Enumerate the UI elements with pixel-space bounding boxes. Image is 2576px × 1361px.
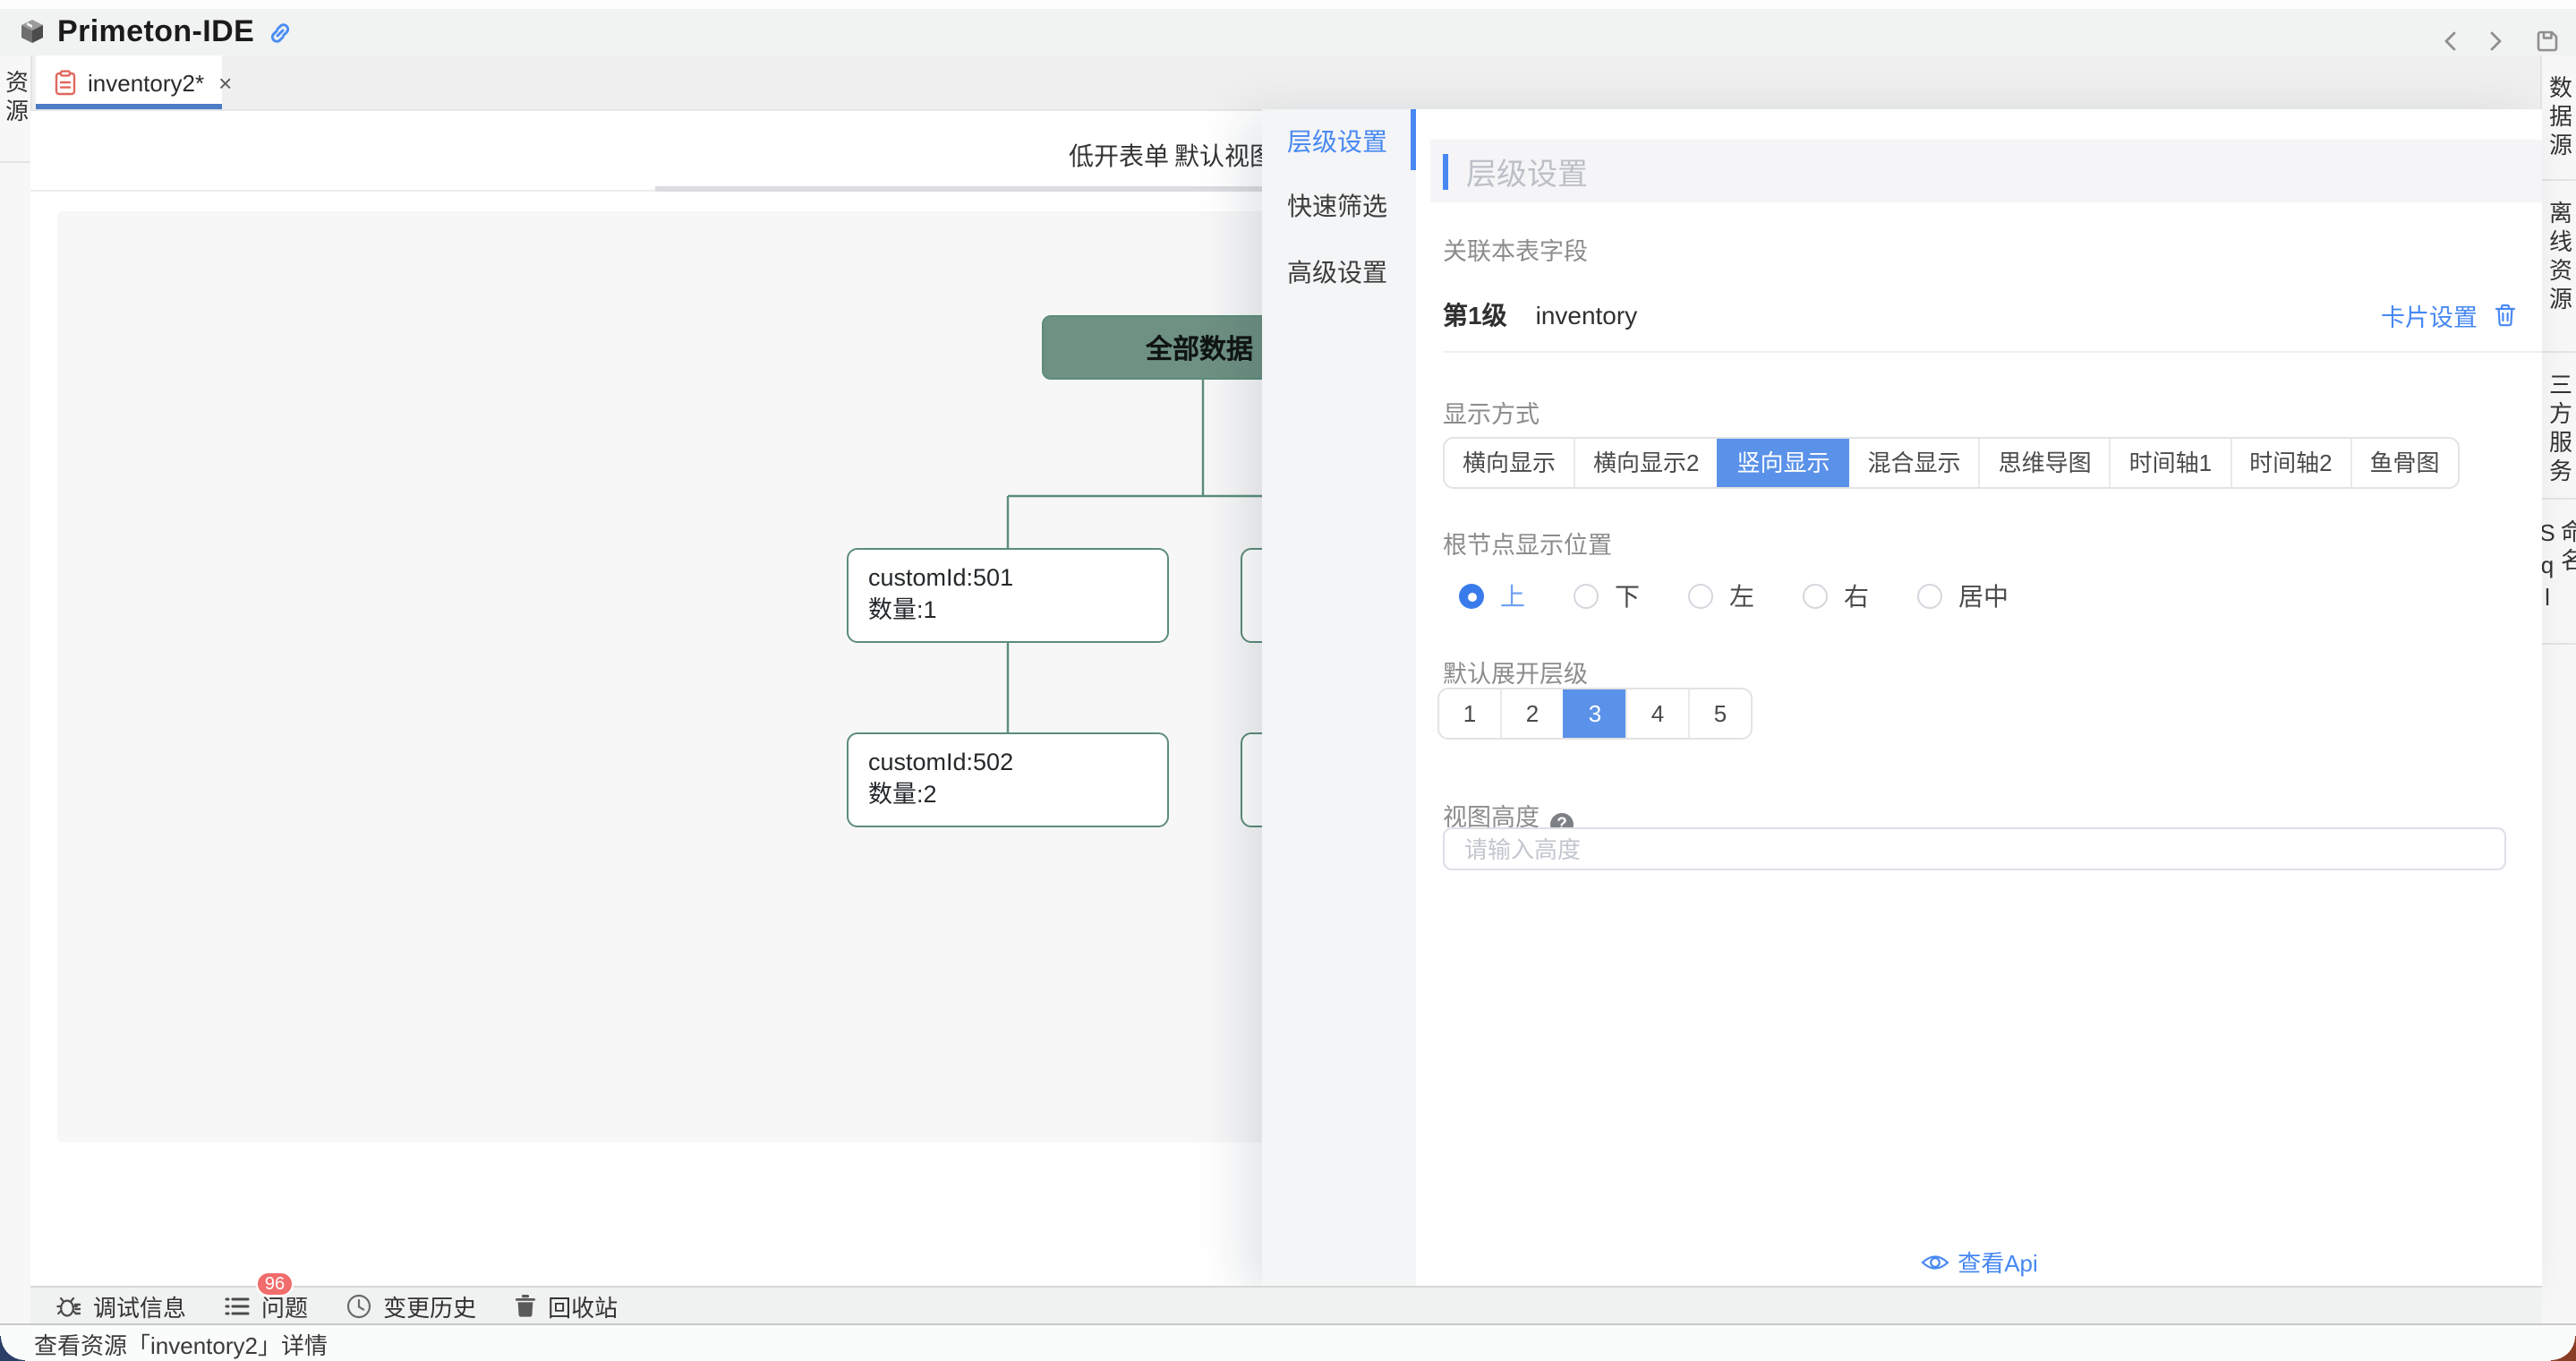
related-field-label: 关联本表字段 bbox=[1443, 231, 1588, 267]
root-position-top[interactable]: 上 bbox=[1459, 578, 1525, 614]
display-mode-horizontal2[interactable]: 横向显示2 bbox=[1574, 439, 1717, 487]
level-number: 第1级 bbox=[1443, 297, 1507, 333]
radio-icon bbox=[1574, 584, 1599, 609]
root-position-bottom[interactable]: 下 bbox=[1574, 578, 1640, 614]
expand-level-1[interactable]: 1 bbox=[1439, 689, 1500, 738]
status-text: 查看资源「inventory2」详情 bbox=[34, 1326, 328, 1360]
panel-header-accent bbox=[1443, 153, 1448, 189]
change-history-button[interactable]: 变更历史 bbox=[345, 1288, 476, 1322]
title-bar: Primeton-IDE bbox=[0, 9, 2576, 57]
display-mode-timeline2[interactable]: 时间轴2 bbox=[2230, 439, 2350, 487]
row-divider bbox=[1443, 351, 2542, 353]
recycle-bin-button[interactable]: 回收站 bbox=[514, 1288, 618, 1322]
menu-item-hierarchy-settings[interactable]: 层级设置 bbox=[1287, 124, 1387, 159]
level-row: 第1级 inventory 卡片设置 bbox=[1443, 297, 2517, 333]
view-tab-lowcode-form[interactable]: 低开表单 bbox=[1069, 138, 1169, 174]
root-position-label: 根节点显示位置 bbox=[1443, 525, 1612, 561]
link-icon[interactable] bbox=[267, 19, 294, 46]
panel-title: 层级设置 bbox=[1466, 149, 1588, 193]
expand-level-2[interactable]: 2 bbox=[1500, 689, 1563, 738]
level-field-name: inventory bbox=[1536, 301, 1638, 330]
radio-icon bbox=[1688, 584, 1713, 609]
right-rail-item-third-party-services[interactable]: 三方服务 bbox=[2542, 353, 2576, 500]
view-height-input[interactable] bbox=[1443, 827, 2506, 870]
bottom-toolbar: 调试信息 问题 变更历史 回收站 bbox=[30, 1286, 2542, 1323]
primeton-logo-icon bbox=[18, 18, 47, 47]
right-rail-item-offline-resources[interactable]: 离线资源 bbox=[2542, 181, 2576, 353]
root-position-group: 上 下 左 右 居中 bbox=[1459, 578, 2009, 614]
tab-inventory2[interactable]: inventory2* × bbox=[36, 56, 222, 109]
display-mode-timeline1[interactable]: 时间轴1 bbox=[2110, 439, 2230, 487]
display-mode-group: 横向显示 横向显示2 竖向显示 混合显示 思维导图 时间轴1 时间轴2 鱼骨图 bbox=[1443, 437, 2460, 489]
left-rail-item-resources[interactable]: 资源 bbox=[0, 56, 30, 163]
radio-icon bbox=[1803, 584, 1828, 609]
right-rail-item-named-sql[interactable]: 命名Sql bbox=[2542, 500, 2576, 645]
card-settings-link[interactable]: 卡片设置 bbox=[2381, 297, 2478, 333]
expand-level-group: 1 2 3 4 5 bbox=[1437, 688, 1753, 740]
settings-menu: 层级设置 快速筛选 高级设置 bbox=[1262, 109, 1416, 1286]
settings-overlay-panel: 层级设置 快速筛选 高级设置 层级设置 关联本表字段 第1级 inventory… bbox=[1262, 109, 2542, 1286]
radio-icon bbox=[1917, 584, 1942, 609]
expand-level-3[interactable]: 3 bbox=[1563, 689, 1625, 738]
resource-file-icon bbox=[54, 69, 77, 96]
tab-label: inventory2* bbox=[88, 69, 204, 96]
display-mode-label: 显示方式 bbox=[1443, 394, 1540, 430]
app-window: Primeton-IDE bbox=[0, 0, 2576, 1361]
root-position-left[interactable]: 左 bbox=[1688, 578, 1754, 614]
radio-icon bbox=[1459, 584, 1484, 609]
display-mode-horizontal[interactable]: 横向显示 bbox=[1445, 439, 1574, 487]
display-mode-mixed[interactable]: 混合显示 bbox=[1848, 439, 1979, 487]
display-mode-vertical[interactable]: 竖向显示 bbox=[1718, 439, 1848, 487]
root-position-right[interactable]: 右 bbox=[1803, 578, 1869, 614]
tab-active-underline bbox=[36, 104, 222, 109]
save-button[interactable] bbox=[2533, 27, 2558, 56]
menu-item-advanced-settings[interactable]: 高级设置 bbox=[1287, 254, 1387, 290]
tree-node-501[interactable]: customId:501 数量:1 bbox=[847, 548, 1169, 643]
window-top-strip bbox=[0, 0, 2576, 9]
canvas-top-divider-band bbox=[655, 186, 1319, 192]
menu-item-quick-filter[interactable]: 快速筛选 bbox=[1287, 188, 1387, 224]
debug-info-button[interactable]: 调试信息 bbox=[55, 1288, 186, 1322]
panel-header: 层级设置 bbox=[1430, 140, 2542, 202]
left-rail: 资源 bbox=[0, 56, 32, 1323]
delete-level-icon[interactable] bbox=[2494, 303, 2517, 328]
right-rail: 数据源 离线资源 三方服务 命名Sql bbox=[2540, 56, 2576, 1323]
root-position-center[interactable]: 居中 bbox=[1917, 578, 2009, 614]
expand-level-label: 默认展开层级 bbox=[1443, 654, 1588, 689]
right-rail-item-datasource[interactable]: 数据源 bbox=[2542, 56, 2576, 181]
display-mode-fishbone[interactable]: 鱼骨图 bbox=[2350, 439, 2458, 487]
view-tab-default-view[interactable]: 默认视图 bbox=[1174, 138, 1275, 174]
tab-close-icon[interactable]: × bbox=[218, 71, 232, 94]
problems-count-badge: 96 bbox=[256, 1271, 294, 1297]
tree-node-502[interactable]: customId:502 数量:2 bbox=[847, 732, 1169, 827]
nav-forward-button[interactable] bbox=[2486, 29, 2512, 54]
expand-level-5[interactable]: 5 bbox=[1688, 689, 1751, 738]
active-menu-indicator bbox=[1411, 109, 1416, 170]
tab-bar: inventory2* × bbox=[30, 56, 2542, 111]
display-mode-mindmap[interactable]: 思维导图 bbox=[1979, 439, 2110, 487]
app-title: Primeton-IDE bbox=[57, 14, 254, 50]
view-api-link[interactable]: 查看Api bbox=[1416, 1245, 2542, 1279]
expand-level-4[interactable]: 4 bbox=[1625, 689, 1688, 738]
nav-back-button[interactable] bbox=[2440, 29, 2465, 54]
status-bar: 查看资源「inventory2」详情 bbox=[0, 1323, 2576, 1361]
